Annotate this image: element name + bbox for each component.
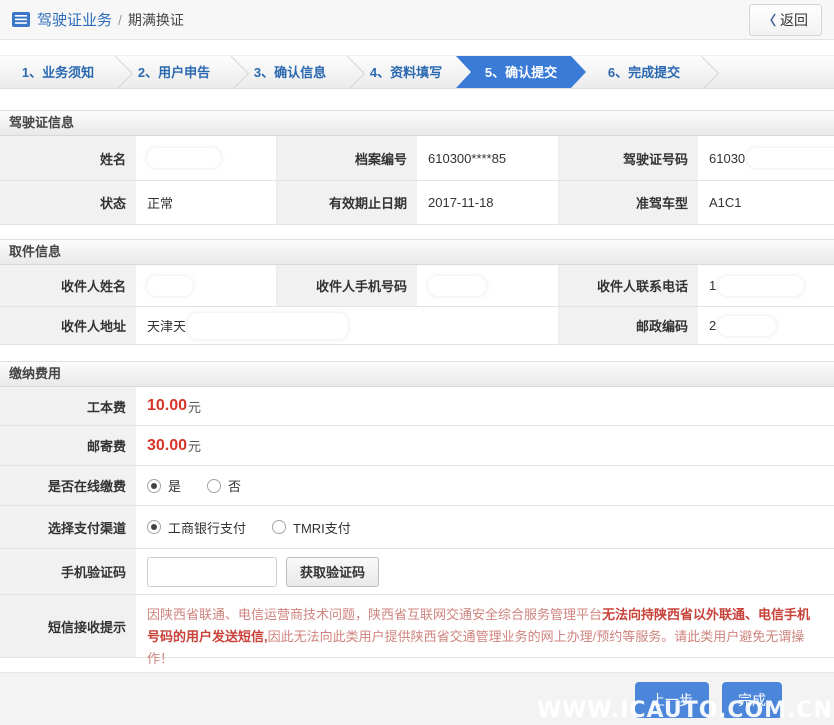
online-pay-yes-option[interactable]: 是	[147, 476, 181, 495]
radio-checked-icon[interactable]	[147, 520, 161, 534]
license-table: 姓名 档案编号 610300****85 驾驶证号码 61030 状态 正常 有…	[0, 136, 834, 225]
status-label: 状态	[0, 181, 136, 225]
license-no-label: 驾驶证号码	[559, 136, 698, 181]
pickup-section-title: 取件信息	[0, 239, 834, 265]
step-wizard: 1、业务须知 2、用户申告 3、确认信息 4、资料填写 5、确认提交 6、完成提…	[0, 55, 834, 89]
name-label: 姓名	[0, 136, 136, 181]
top-bar: 驾驶证业务 / 期满换证 〈 返回	[0, 0, 834, 40]
list-icon	[12, 12, 30, 27]
pickup-table: 收件人姓名 收件人手机号码 收件人联系电话 1 收件人地址 天津天 邮政编码 2	[0, 265, 834, 345]
post-fee-label: 邮寄费	[0, 426, 136, 466]
sms-code-row: 获取验证码	[136, 549, 834, 595]
fees-section: 缴纳费用 工本费 10.00 元 邮寄费 30.00 元 是否在线缴费 是 否 …	[0, 361, 834, 666]
radio-checked-icon[interactable]	[147, 478, 161, 493]
post-fee-amount: 30.00	[147, 436, 188, 454]
name-value	[136, 136, 277, 181]
work-fee-unit: 元	[188, 399, 202, 415]
pickup-info-section: 取件信息 收件人姓名 收件人手机号码 收件人联系电话 1 收件人地址 天津天 邮…	[0, 239, 834, 345]
recipient-mobile-label: 收件人手机号码	[277, 265, 417, 307]
address-value: 天津天	[136, 307, 559, 345]
postcode-label: 邮政编码	[559, 307, 698, 345]
masked-postcode	[718, 315, 777, 336]
step-1: 1、业务须知	[0, 56, 116, 88]
get-sms-code-button[interactable]: 获取验证码	[286, 556, 380, 587]
breadcrumb-separator: /	[118, 11, 122, 28]
fees-table: 工本费 10.00 元 邮寄费 30.00 元 是否在线缴费 是 否 选择支付渠…	[0, 387, 834, 666]
vehicle-class-label: 准驾车型	[559, 181, 698, 225]
sms-notice-text: 因陕西省联通、电信运营商技术问题，陕西省互联网交通安全综合服务管理平台无法向持陕…	[147, 607, 811, 666]
channel-tmri-option[interactable]: TMRI支付	[272, 518, 351, 537]
online-pay-yes-label: 是	[168, 479, 182, 494]
pay-channel-label: 选择支付渠道	[0, 506, 136, 549]
postcode-value: 2	[698, 307, 834, 345]
finish-button[interactable]: 完成	[722, 681, 782, 718]
recipient-phone-value: 1	[698, 265, 834, 307]
step-5-active: 5、确认提交	[456, 56, 586, 88]
recipient-name-value	[136, 265, 277, 307]
channel-icbc-option[interactable]: 工商银行支付	[147, 518, 246, 537]
work-fee-value: 10.00 元	[136, 387, 834, 426]
license-no-value: 61030	[698, 136, 834, 181]
recipient-phone-label: 收件人联系电话	[559, 265, 698, 307]
pay-channel-options: 工商银行支付 TMRI支付	[136, 506, 834, 549]
masked-recipient-mobile	[428, 275, 486, 296]
radio-unchecked-icon[interactable]	[207, 478, 222, 493]
recipient-name-label: 收件人姓名	[0, 265, 136, 307]
expiry-value: 2017-11-18	[417, 181, 559, 225]
post-fee-unit: 元	[188, 439, 202, 454]
address-label: 收件人地址	[0, 307, 136, 345]
masked-name	[147, 148, 221, 168]
page: 驾驶证业务 / 期满换证 〈 返回 1、业务须知 2、用户申告 3、确认信息 4…	[0, 0, 834, 725]
license-section-title: 驾驶证信息	[0, 110, 834, 136]
channel-icbc-label: 工商银行支付	[168, 520, 247, 536]
online-pay-label: 是否在线缴费	[0, 466, 136, 506]
channel-tmri-label: TMRI支付	[293, 520, 351, 536]
masked-address	[188, 312, 349, 339]
step-2: 2、用户申告	[116, 56, 232, 88]
breadcrumb-current: 期满换证	[127, 11, 184, 28]
sms-code-label: 手机验证码	[0, 549, 136, 595]
license-info-section: 驾驶证信息 姓名 档案编号 610300****85 驾驶证号码 61030 状…	[0, 110, 834, 225]
back-button[interactable]: 〈 返回	[748, 3, 822, 36]
page-title: 驾驶证业务	[37, 12, 113, 29]
work-fee-label: 工本费	[0, 387, 136, 426]
online-pay-options: 是 否	[136, 466, 834, 506]
online-pay-no-label: 否	[228, 479, 242, 494]
work-fee-amount: 10.00	[147, 397, 188, 414]
back-button-label: 返回	[780, 11, 808, 28]
sms-notice-label: 短信接收提示	[0, 595, 136, 658]
recipient-mobile-value	[417, 265, 559, 307]
file-no-value: 610300****85	[417, 136, 559, 181]
chevron-left-icon: 〈	[762, 13, 776, 28]
step-6: 6、完成提交	[586, 56, 702, 88]
vehicle-class-value: A1C1	[698, 181, 834, 225]
expiry-label: 有效期止日期	[277, 181, 417, 225]
status-value: 正常	[136, 181, 277, 225]
sms-notice-cell: 因陕西省联通、电信运营商技术问题，陕西省互联网交通安全综合服务管理平台无法向持陕…	[136, 595, 834, 666]
online-pay-no-option[interactable]: 否	[207, 476, 241, 495]
radio-unchecked-icon[interactable]	[272, 520, 287, 534]
masked-recipient-phone	[718, 275, 805, 296]
footer-bar: 上一步 完成	[0, 672, 834, 725]
previous-step-button[interactable]: 上一步	[635, 681, 709, 718]
step-4: 4、资料填写	[348, 56, 464, 88]
masked-recipient-name	[147, 275, 193, 296]
file-no-label: 档案编号	[277, 136, 417, 181]
post-fee-value: 30.00 元	[136, 426, 834, 466]
step-3: 3、确认信息	[232, 56, 348, 88]
sms-code-input[interactable]	[147, 556, 277, 587]
fees-section-title: 缴纳费用	[0, 361, 834, 387]
masked-license-no	[747, 148, 834, 168]
